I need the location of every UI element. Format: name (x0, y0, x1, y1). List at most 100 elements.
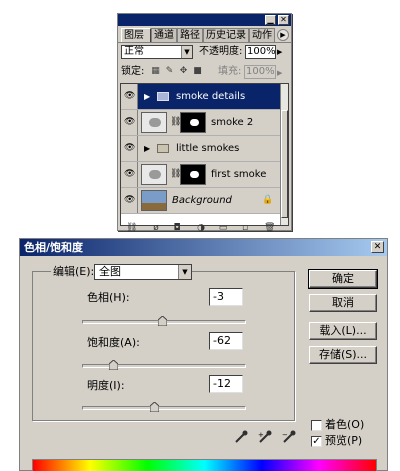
visibility-toggle[interactable]: 👁 (121, 162, 138, 187)
edit-label: 编辑(E): (51, 265, 97, 279)
eye-icon: 👁 (124, 143, 136, 153)
layers-panel-tabs: 图层 通道 路径 历史记录 动作 ▶ (118, 26, 291, 43)
blend-mode-value: 正常 (124, 46, 144, 57)
visibility-toggle[interactable]: 👁 (121, 84, 138, 109)
colorize-checkbox[interactable] (311, 420, 322, 431)
ok-button[interactable]: 确定 (308, 269, 378, 289)
visibility-toggle[interactable]: 👁 (121, 136, 138, 161)
opacity-label: 不透明度: (199, 46, 243, 57)
expand-triangle-icon[interactable]: ▶ (144, 136, 150, 161)
blend-mode-select[interactable]: 正常 ▼ (121, 45, 193, 59)
svg-text:+: + (258, 431, 264, 439)
link-layers-icon[interactable]: ⛓ (126, 223, 137, 233)
layer-thumbnail (141, 112, 167, 133)
layer-thumbnail (141, 190, 167, 211)
cancel-button[interactable]: 取消 (309, 294, 377, 312)
hue-label: 色相(H): (87, 291, 130, 304)
fill-arrow-icon[interactable]: ▶ (277, 66, 282, 80)
new-layer-icon[interactable]: ▫ (240, 223, 250, 233)
colorize-label: 着色(O) (325, 418, 365, 431)
lock-position-icon[interactable]: ✥ (179, 67, 188, 76)
scrollbar-thumb[interactable] (281, 110, 288, 218)
load-button[interactable]: 载入(L)... (309, 322, 377, 340)
folder-icon (157, 144, 169, 153)
svg-text:−: − (282, 431, 288, 439)
lock-all-icon[interactable]: ■ (193, 67, 202, 76)
hue-saturation-dialog: 色相/饱和度 ✕ 编辑(E): 全图 ▼ 色相(H): -3 饱和度(A): -… (19, 238, 388, 471)
mask-thumbnail[interactable] (180, 112, 206, 133)
fill-label: 填充: (218, 66, 242, 77)
preview-checkbox[interactable]: ✓ (311, 436, 322, 447)
eye-icon: 👁 (124, 195, 136, 205)
layer-row-smoke-details[interactable]: 👁 ▶ smoke details (121, 84, 281, 110)
lock-pixels-icon[interactable]: ✎ (165, 67, 174, 76)
layer-name: little smokes (176, 143, 240, 154)
chevron-down-icon: ▼ (181, 46, 192, 58)
add-mask-icon[interactable]: ◘ (172, 223, 182, 233)
tab-paths[interactable]: 路径 (177, 28, 203, 42)
lightness-slider-track[interactable] (82, 406, 246, 410)
tab-history[interactable]: 历史记录 (203, 28, 249, 42)
close-icon[interactable]: ✕ (278, 15, 289, 25)
eyedropper-plus-icon[interactable]: + (258, 430, 272, 444)
saturation-label: 饱和度(A): (87, 336, 140, 349)
eyedropper-icon[interactable] (234, 430, 248, 444)
layers-bottom-toolbar: ⛓ ø ◘ ◑ ▭ ▫ 🗑 (118, 223, 291, 233)
layer-row-background[interactable]: 👁 Background 🔒 (121, 188, 281, 214)
save-button[interactable]: 存储(S)... (309, 346, 377, 364)
folder-icon (157, 92, 169, 101)
tab-layers[interactable]: 图层 (121, 28, 151, 42)
lock-transparency-icon[interactable]: ▦ (151, 67, 160, 76)
close-icon[interactable]: ✕ (371, 241, 384, 253)
expand-triangle-icon[interactable]: ▶ (144, 84, 150, 109)
lightness-slider-thumb[interactable] (149, 402, 159, 412)
eye-icon: 👁 (124, 91, 136, 101)
layers-scrollbar[interactable] (280, 84, 288, 225)
adjustment-layer-icon[interactable]: ◑ (196, 223, 206, 233)
opacity-arrow-icon[interactable]: ▶ (277, 45, 285, 59)
edit-range-select[interactable]: 全图 ▼ (94, 264, 192, 280)
layer-name: smoke 2 (211, 117, 254, 128)
hue-slider-thumb[interactable] (158, 316, 168, 326)
adjustment-group (32, 271, 295, 421)
eye-icon: 👁 (124, 169, 136, 179)
layer-name: smoke details (176, 91, 246, 102)
trash-icon[interactable]: 🗑 (264, 223, 275, 233)
dialog-title: 色相/饱和度 (24, 241, 84, 254)
saturation-slider-thumb[interactable] (108, 360, 118, 370)
layers-panel: ▁ ✕ 图层 通道 路径 历史记录 动作 ▶ 正常 ▼ 不透明度: 100% ▶… (117, 13, 292, 233)
layer-name: first smoke (211, 169, 267, 180)
layer-row-smoke-2[interactable]: 👁 ⛓ smoke 2 (121, 110, 281, 136)
new-group-icon[interactable]: ▭ (218, 223, 228, 233)
visibility-toggle[interactable]: 👁 (121, 110, 138, 135)
chevron-down-icon: ▼ (178, 265, 191, 279)
saturation-slider-track[interactable] (82, 364, 246, 368)
lock-row: 锁定: ▦ ✎ ✥ ■ 填充: 100% ▶ (118, 64, 291, 80)
lock-label: 锁定: (121, 66, 145, 77)
lock-icon: 🔒 (262, 195, 274, 205)
mask-thumbnail[interactable] (180, 164, 206, 185)
eyedropper-minus-icon[interactable]: − (282, 430, 296, 444)
hue-input[interactable]: -3 (209, 288, 243, 306)
fill-input[interactable]: 100% (244, 65, 276, 79)
eye-icon: 👁 (124, 117, 136, 127)
visibility-toggle[interactable]: 👁 (121, 188, 138, 213)
layer-row-first-smoke[interactable]: 👁 ⛓ first smoke (121, 162, 281, 188)
opacity-input[interactable]: 100% (245, 45, 276, 59)
layer-thumbnail (141, 164, 167, 185)
panel-menu-icon[interactable]: ▶ (277, 29, 289, 41)
preview-label: 预览(P) (325, 434, 363, 447)
saturation-input[interactable]: -62 (209, 332, 243, 350)
layer-row-little-smokes[interactable]: 👁 ▶ little smokes (121, 136, 281, 162)
dialog-titlebar[interactable]: 色相/饱和度 ✕ (20, 239, 387, 256)
layers-panel-titlebar[interactable]: ▁ ✕ (118, 14, 291, 26)
tab-channels[interactable]: 通道 (151, 28, 177, 42)
tab-actions[interactable]: 动作 (249, 28, 275, 42)
color-spectrum-bar (32, 459, 377, 471)
lightness-input[interactable]: -12 (209, 375, 243, 393)
layer-style-icon[interactable]: ø (151, 223, 161, 233)
minimize-icon[interactable]: ▁ (265, 15, 276, 25)
lightness-label: 明度(I): (87, 379, 125, 392)
layers-list: 👁 ▶ smoke details 👁 ⛓ smoke 2 👁 ▶ little… (120, 83, 289, 226)
layer-name: Background (172, 195, 232, 206)
